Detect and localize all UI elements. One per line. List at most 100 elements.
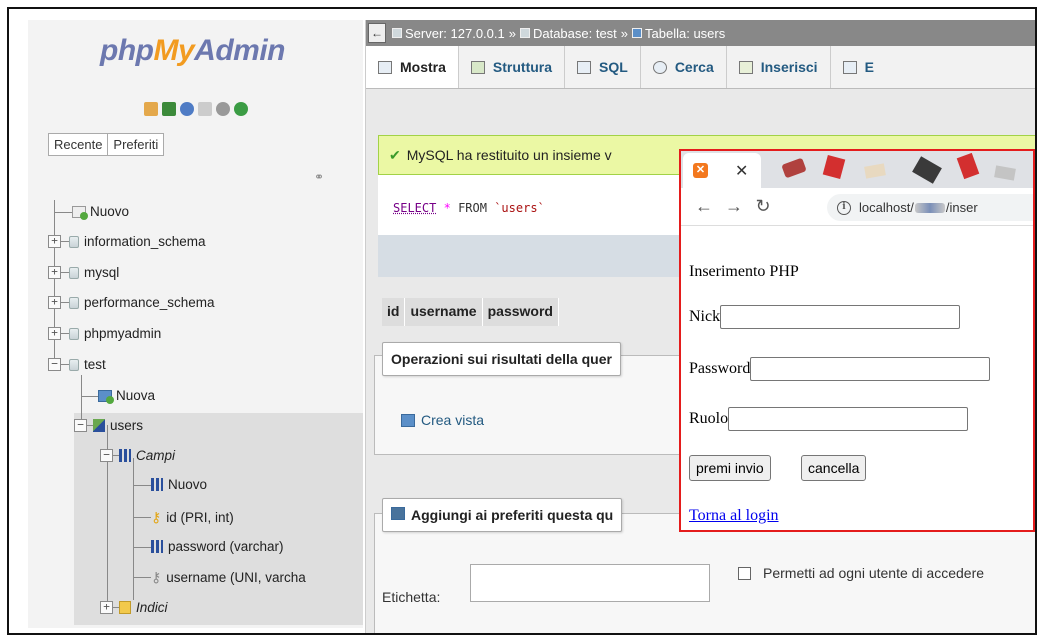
tab-struttura[interactable]: Struttura bbox=[459, 46, 566, 88]
breadcrumb-table[interactable]: Tabella: users bbox=[632, 26, 725, 41]
tree-new-column[interactable]: Nuovo bbox=[151, 477, 207, 492]
database-icon bbox=[69, 358, 79, 371]
column-header-password[interactable]: password bbox=[483, 298, 559, 326]
cancel-button[interactable]: cancella bbox=[801, 455, 867, 481]
reload-icon[interactable] bbox=[234, 102, 248, 116]
tree-db-information-schema[interactable]: + information_schema bbox=[48, 234, 206, 249]
url-path: /inser bbox=[945, 200, 978, 215]
table-tabs: Mostra Struttura SQL Cerca Inserisci E bbox=[366, 46, 1035, 89]
link-chain-icon[interactable]: ⚭ bbox=[314, 170, 324, 184]
breadcrumb-server[interactable]: Server: 127.0.0.1 bbox=[392, 26, 505, 41]
expand-icon[interactable]: + bbox=[48, 327, 61, 340]
tree-line bbox=[133, 577, 151, 578]
logo-part-admin: Admin bbox=[194, 34, 285, 67]
server-icon bbox=[392, 28, 402, 38]
sql-keyword-select: SELECT bbox=[393, 201, 437, 215]
tab-mostra[interactable]: Mostra bbox=[366, 46, 459, 88]
address-bar[interactable]: i localhost/ /inser bbox=[827, 194, 1033, 221]
browse-icon bbox=[378, 60, 392, 74]
collapse-icon[interactable]: − bbox=[100, 449, 113, 462]
sql-query[interactable]: SELECT * FROM `users` bbox=[393, 201, 545, 215]
tree-column-id[interactable]: ⚷ id (PRI, int) bbox=[151, 509, 234, 526]
password-input[interactable] bbox=[750, 357, 991, 381]
expand-icon[interactable]: + bbox=[100, 601, 113, 614]
logo-part-my: My bbox=[153, 34, 195, 67]
reload-icon[interactable]: ↻ bbox=[755, 196, 771, 217]
table-icon bbox=[632, 28, 643, 38]
database-icon bbox=[69, 266, 79, 279]
label-field-input[interactable] bbox=[470, 564, 710, 602]
tree-line bbox=[55, 212, 73, 213]
tab-export[interactable]: E bbox=[831, 46, 886, 88]
tree-new-database[interactable]: Nuovo bbox=[72, 204, 129, 220]
close-tab-icon[interactable]: ✕ bbox=[735, 161, 748, 181]
site-info-icon[interactable]: i bbox=[837, 200, 851, 215]
export-icon bbox=[842, 60, 857, 74]
tree-db-mysql[interactable]: + mysql bbox=[48, 265, 119, 280]
favorites-button[interactable]: Preferiti bbox=[108, 133, 165, 156]
new-table-icon bbox=[98, 389, 114, 404]
ruolo-input[interactable] bbox=[728, 407, 969, 431]
primary-key-icon: ⚷ bbox=[151, 509, 162, 525]
back-to-login-link[interactable]: Torna al login bbox=[689, 507, 779, 525]
forward-arrow-icon[interactable]: → bbox=[725, 196, 743, 217]
insert-icon bbox=[738, 60, 753, 74]
xampp-icon: ✕ bbox=[693, 163, 708, 178]
tree-line bbox=[81, 375, 82, 420]
tree-db-test[interactable]: − test bbox=[48, 357, 106, 372]
nick-row: Nick bbox=[689, 305, 961, 329]
column-header-id[interactable]: id bbox=[382, 298, 406, 326]
bookmark-icon bbox=[391, 507, 405, 520]
tree-db-phpmyadmin[interactable]: + phpmyadmin bbox=[48, 326, 161, 341]
logo-part-php: php bbox=[100, 34, 154, 67]
submit-button[interactable]: premi invio bbox=[689, 455, 771, 481]
phpmyadmin-logo[interactable]: phpMyAdmin bbox=[100, 34, 285, 68]
database-icon bbox=[519, 28, 530, 38]
columns-icon bbox=[119, 449, 131, 462]
expand-icon[interactable]: + bbox=[48, 235, 61, 248]
redacted-path bbox=[914, 202, 945, 213]
screenshot-frame: phpMyAdmin Recente Preferiti ⚭ Nuovo + i… bbox=[7, 7, 1037, 635]
permit-all-users[interactable]: Permetti ad ogni utente di accedere bbox=[738, 565, 984, 581]
create-view-link[interactable]: Crea vista bbox=[401, 412, 484, 428]
collapse-icon[interactable]: − bbox=[74, 419, 87, 432]
ruolo-label: Ruolo bbox=[689, 410, 729, 427]
settings-icon[interactable] bbox=[216, 102, 230, 116]
expand-icon[interactable]: + bbox=[48, 266, 61, 279]
tree-indexes[interactable]: + Indici bbox=[100, 600, 168, 615]
checkmark-icon: ✔ bbox=[389, 146, 401, 163]
logout-icon[interactable] bbox=[162, 102, 176, 116]
tree-columns-group[interactable]: − Campi bbox=[100, 448, 175, 463]
breadcrumb-database[interactable]: Database: test bbox=[519, 26, 617, 41]
database-icon bbox=[69, 235, 79, 248]
tab-sql[interactable]: SQL bbox=[565, 46, 641, 88]
nick-label: Nick bbox=[689, 308, 721, 325]
expand-icon[interactable]: + bbox=[48, 296, 61, 309]
url-host: localhost/ bbox=[859, 200, 914, 215]
bookmark-legend: Aggiungi ai preferiti questa qu bbox=[382, 498, 623, 532]
help-icon[interactable] bbox=[180, 102, 194, 116]
tree-column-username[interactable]: ⚷ username (UNI, varcha bbox=[151, 569, 306, 586]
sql-table-name: `users` bbox=[494, 201, 545, 215]
browser-tab[interactable]: ✕ ✕ bbox=[683, 153, 761, 188]
column-header-username[interactable]: username bbox=[405, 298, 483, 326]
password-row: Password bbox=[689, 357, 991, 381]
nick-input[interactable] bbox=[720, 305, 961, 329]
tree-table-users[interactable]: − users bbox=[74, 418, 143, 433]
tree-column-password[interactable]: password (varchar) bbox=[151, 539, 284, 554]
tab-inserisci[interactable]: Inserisci bbox=[727, 46, 831, 88]
collapse-arrow-icon[interactable]: ← bbox=[368, 23, 386, 43]
tree-new-table[interactable]: Nuova bbox=[98, 388, 155, 404]
browser-theme-decoration bbox=[765, 151, 1033, 188]
tree-db-performance-schema[interactable]: + performance_schema bbox=[48, 295, 215, 310]
docs-icon[interactable] bbox=[198, 102, 212, 116]
sql-keyword-from: FROM bbox=[458, 201, 487, 215]
tab-cerca[interactable]: Cerca bbox=[641, 46, 727, 88]
recent-button[interactable]: Recente bbox=[48, 133, 109, 156]
database-icon bbox=[69, 296, 79, 309]
home-icon[interactable] bbox=[144, 102, 158, 116]
permit-checkbox[interactable] bbox=[738, 566, 751, 580]
sql-operator: * bbox=[443, 201, 451, 215]
collapse-icon[interactable]: − bbox=[48, 358, 61, 371]
back-arrow-icon[interactable]: ← bbox=[695, 196, 713, 217]
